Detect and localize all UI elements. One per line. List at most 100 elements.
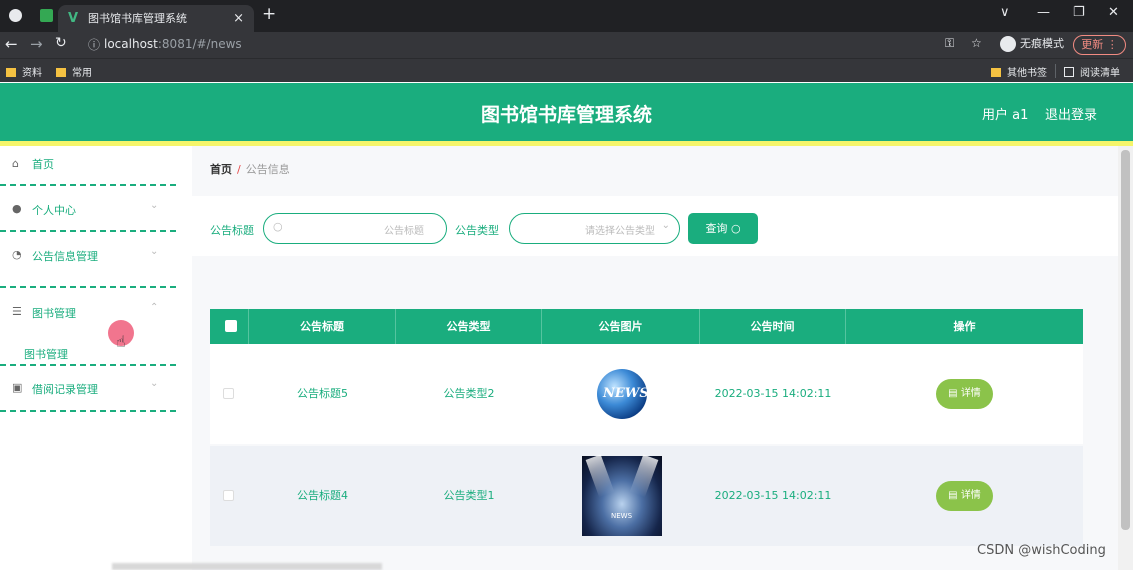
chrome-icon [9,9,22,22]
blurred-overlay-text [112,563,382,570]
query-button[interactable]: 查询 ○ [688,213,758,244]
key-icon[interactable]: ⚿ [945,36,954,51]
reading-list-icon [1064,67,1074,77]
minimize-icon[interactable]: — [1037,5,1050,20]
sidebar: ⌂ 首页 ● 个人中心 ⌄ ◔ 公告信息管理 ⌄ ☰ 图书管理 ⌃ 图书管理 ▣… [0,146,180,570]
chevron-down-icon: ⌄ [150,378,159,389]
vue-icon: V [68,11,79,26]
app-header: 图书馆书库管理系统 用户 a1 退出登录 [0,83,1133,141]
sidebar-item-profile[interactable]: ● 个人中心 ⌄ [0,186,176,232]
notice-time: 2022-03-15 14:02:11 [714,387,832,400]
home-icon: ⌂ [12,157,19,170]
reading-list[interactable]: 阅读清单 [1064,64,1120,79]
forward-icon[interactable]: → [30,35,43,53]
notice-time: 2022-03-15 14:02:11 [714,489,832,502]
tab-search-icon[interactable]: ∨ [1000,5,1010,20]
hand-cursor-icon: ☝ [116,332,126,351]
sidebar-item-label: 个人中心 [32,204,76,217]
sheets-icon[interactable] [40,9,53,22]
logout-link[interactable]: 退出登录 [1045,104,1097,123]
url-text: localhost:8081/#/news [104,37,242,51]
sidebar-item-label: 首页 [32,158,54,171]
notice-type: 公告类型2 [443,387,495,400]
update-button[interactable]: 更新 ⋮ [1073,35,1126,55]
notice-type: 公告类型1 [443,489,495,502]
close-window-icon[interactable]: ✕ [1108,5,1119,20]
chevron-up-icon: ⌃ [150,302,159,313]
search-icon: ○ [273,220,283,233]
select-all-column [210,309,249,344]
table-header: 公告标题 公告类型 公告图片 公告时间 操作 [210,309,1083,344]
main-content: 首页 / 公告信息 公告标题 ○ 公告标题 公告类型 请选择公告类型 ⌄ 查询 ○ … [192,146,1118,570]
browser-tab[interactable]: V 图书馆书库管理系统 × [58,5,254,32]
star-icon[interactable]: ☆ [971,36,982,50]
bookmark-folder[interactable]: 资料 [6,64,42,79]
table-row: 公告标题5 公告类型2 NEWS 2022-03-15 14:02:11 ▤ 详… [210,344,1083,444]
column-header: 公告时间 [700,309,846,344]
back-icon[interactable]: ← [5,35,18,53]
sidebar-subitem-books[interactable]: 图书管理 [24,346,68,362]
chevron-down-icon: ⌄ [150,200,159,211]
breadcrumb: 首页 / 公告信息 [210,161,290,177]
tab-title: 图书馆书库管理系统 [88,12,187,25]
detail-button[interactable]: ▤ 详情 [936,379,993,409]
maximize-icon[interactable]: ❐ [1073,5,1085,20]
document-icon: ▤ [948,490,958,501]
table-row: 公告标题4 公告类型1 NEWS 2022-03-15 14:02:11 ▤ 详… [210,446,1083,546]
breadcrumb-home[interactable]: 首页 [210,163,232,176]
chevron-down-icon: ⌄ [150,246,159,257]
page-title: 图书馆书库管理系统 [480,104,652,126]
other-bookmarks[interactable]: 其他书签 [991,64,1047,79]
sidebar-item-label: 公告信息管理 [32,250,98,263]
bookmark-folder[interactable]: 常用 [56,64,92,79]
user-name: 用户 a1 [982,108,1029,123]
reload-icon[interactable]: ↻ [55,35,67,51]
column-header: 公告类型 [396,309,542,344]
type-select[interactable]: 请选择公告类型 ⌄ [509,213,680,244]
type-label: 公告类型 [455,224,499,237]
tab-close-icon[interactable]: × [233,5,244,32]
sidebar-item-label: 借阅记录管理 [32,383,98,396]
chevron-down-icon: ⌄ [661,220,670,231]
stage-lights-image: NEWS [582,454,662,536]
news-globe-image: NEWS [597,369,647,419]
row-checkbox[interactable] [223,388,234,399]
detail-button[interactable]: ▤ 详情 [936,481,993,511]
sidebar-item-home[interactable]: ⌂ 首页 [0,146,176,186]
notice-title: 公告标题5 [297,387,348,400]
gauge-icon: ◔ [12,248,22,261]
search-form: 公告标题 ○ 公告标题 公告类型 请选择公告类型 ⌄ 查询 ○ [192,196,1118,256]
sidebar-item-borrow[interactable]: ▣ 借阅记录管理 ⌄ [0,366,176,412]
title-search-input[interactable]: ○ 公告标题 [263,213,447,244]
scrollbar-thumb[interactable] [1121,150,1130,530]
column-header: 操作 [953,320,976,333]
page-scrollbar[interactable] [1118,146,1133,570]
user-icon: ● [12,202,22,215]
incognito-icon [1000,36,1016,52]
watermark: CSDN @wishCoding [977,543,1106,558]
notice-title: 公告标题4 [297,489,348,502]
menu-lines-icon: ☰ [12,305,22,318]
site-info-icon[interactable]: ⓘ [88,36,100,53]
sidebar-item-label: 图书管理 [32,307,76,320]
input-placeholder: 公告标题 [384,226,424,237]
divider [1055,64,1056,78]
title-label: 公告标题 [210,224,254,237]
incognito-indicator[interactable]: 无痕模式 [1000,35,1064,52]
browser-tab-bar: V 图书馆书库管理系统 × + ∨ — ❐ ✕ [0,0,1133,32]
folder-icon [991,68,1001,77]
document-icon: ▤ [948,388,958,399]
calendar-icon: ▣ [12,381,23,394]
folder-icon [6,68,16,77]
sidebar-item-notice[interactable]: ◔ 公告信息管理 ⌄ [0,232,176,288]
bookmarks-bar: 资料 常用 其他书签 阅读清单 [0,58,1133,82]
row-checkbox[interactable] [223,490,234,501]
search-icon: ○ [730,222,741,235]
column-header: 公告标题 [249,309,396,344]
folder-icon [56,68,66,77]
address-bar: ← → ↻ ⓘ localhost:8081/#/news ⚿ ☆ 无痕模式 更… [0,32,1133,58]
breadcrumb-current: 公告信息 [245,163,290,176]
select-all-checkbox[interactable] [225,320,237,332]
new-tab-button[interactable]: + [262,4,276,24]
breadcrumb-separator: / [237,163,241,176]
